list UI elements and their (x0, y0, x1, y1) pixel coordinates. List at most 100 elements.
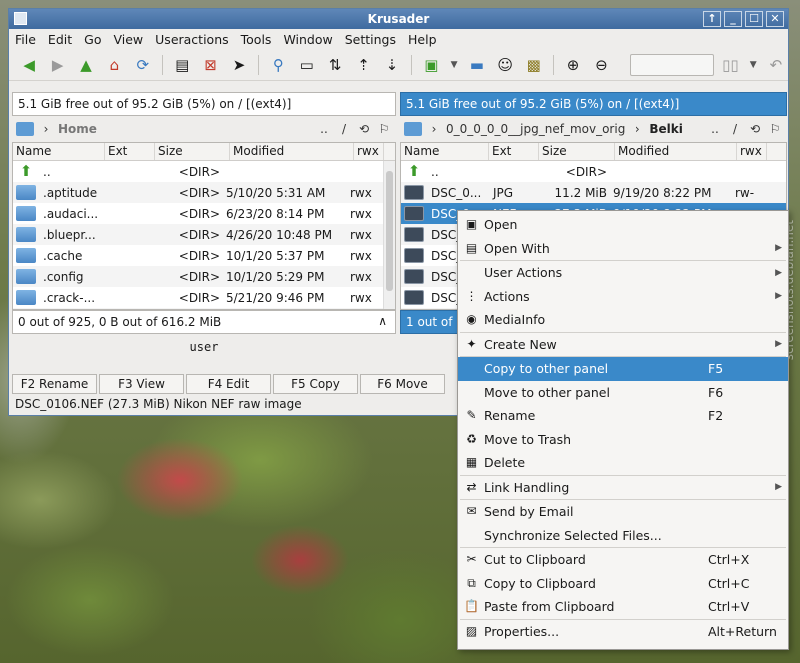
f2-rename-button[interactable]: F2 Rename (12, 374, 97, 394)
zoom-out-icon[interactable]: ⊖ (589, 53, 613, 77)
f5-copy-button[interactable]: F5 Copy (273, 374, 358, 394)
chevron-up-icon[interactable]: ∧ (378, 314, 387, 328)
menu-item-properties[interactable]: ▨ Properties... Alt+Return (458, 620, 788, 644)
menu-item-copy-to-other-panel[interactable]: Copy to other panel F5 (458, 357, 788, 381)
root-dir-button[interactable]: / (727, 122, 743, 136)
refresh-icon[interactable]: ⟳ (131, 53, 155, 77)
history-icon[interactable]: ⟲ (747, 122, 763, 136)
col-rwx[interactable]: rwx (354, 143, 384, 160)
left-file-list[interactable]: Name Ext Size Modified rwx ⬆.. <DIR> .apti… (12, 142, 396, 310)
left-path-label[interactable]: Home (58, 122, 97, 136)
search-icon[interactable]: ⚲ (266, 53, 290, 77)
f4-edit-button[interactable]: F4 Edit (186, 374, 271, 394)
network-icon[interactable]: ▬ (465, 53, 489, 77)
move-icon[interactable]: ⇣ (380, 53, 404, 77)
menu-item-actions[interactable]: ⋮ Actions ▶ (458, 285, 788, 309)
menu-item-synchronize-selected-files[interactable]: Synchronize Selected Files... (458, 524, 788, 548)
undo-icon[interactable]: ↶ (764, 53, 788, 77)
menu-help[interactable]: Help (408, 32, 437, 47)
table-row[interactable]: .config <DIR> 10/1/20 5:29 PM rwx (13, 266, 395, 287)
sync-icon[interactable]: ⇅ (323, 53, 347, 77)
menu-tools[interactable]: Tools (241, 32, 272, 47)
col-size[interactable]: Size (539, 143, 615, 160)
forward-icon[interactable]: ▶ (45, 53, 69, 77)
col-modified[interactable]: Modified (615, 143, 737, 160)
col-rwx[interactable]: rwx (737, 143, 767, 160)
left-free-space[interactable]: 5.1 GiB free out of 95.2 GiB (5%) on / [… (12, 92, 396, 116)
col-ext[interactable]: Ext (489, 143, 539, 160)
bookmark-icon[interactable]: ⚐ (376, 122, 392, 136)
menu-item-rename[interactable]: ✎ Rename F2 (458, 404, 788, 428)
menu-item-delete[interactable]: ▦ Delete (458, 451, 788, 475)
menu-item-send-by-email[interactable]: ✉ Send by Email (458, 500, 788, 524)
parent-dir-row[interactable]: ⬆.. <DIR> (401, 161, 786, 182)
f6-move-button[interactable]: F6 Move (360, 374, 445, 394)
keep-above-button[interactable]: ↑ (703, 11, 721, 27)
dropdown-arrow-icon[interactable]: ▼ (448, 53, 461, 77)
table-row[interactable]: .audaci... <DIR> 6/23/20 8:14 PM rwx (13, 203, 395, 224)
archive-icon[interactable]: ▩ (521, 53, 545, 77)
back-icon[interactable]: ◀ (17, 53, 41, 77)
menu-item-open[interactable]: ▣ Open (458, 213, 788, 237)
minimize-button[interactable]: _ (724, 11, 742, 27)
menu-item-move-to-other-panel[interactable]: Move to other panel F6 (458, 381, 788, 405)
table-row[interactable]: .aptitude <DIR> 5/10/20 5:31 AM rwx (13, 182, 395, 203)
copy-icon[interactable]: ⇡ (351, 53, 375, 77)
user-icon[interactable]: ☺ (493, 53, 517, 77)
bookmark-icon[interactable]: ⚐ (767, 122, 783, 136)
menu-edit[interactable]: Edit (48, 32, 72, 47)
select-icon[interactable]: ➤ (227, 53, 251, 77)
menu-item-cut-to-clipboard[interactable]: ✂ Cut to Clipboard Ctrl+X (458, 548, 788, 572)
title-bar[interactable]: Krusader ↑ _ ☐ ✕ (9, 9, 788, 29)
f3-view-button[interactable]: F3 View (99, 374, 184, 394)
menu-item-create-new[interactable]: ✦ Create New ▶ (458, 333, 788, 357)
menu-item-user-actions[interactable]: User Actions ▶ (458, 261, 788, 285)
menu-item-move-to-trash[interactable]: ♻ Move to Trash (458, 428, 788, 452)
menu-item-mediainfo[interactable]: ◉ MediaInfo (458, 308, 788, 332)
history-icon[interactable]: ⟲ (356, 122, 372, 136)
folder-icon[interactable] (16, 122, 34, 136)
menu-go[interactable]: Go (84, 32, 101, 47)
right-path-label[interactable]: Belki (649, 122, 683, 136)
menu-view[interactable]: View (113, 32, 143, 47)
right-free-space[interactable]: 5.1 GiB free out of 95.2 GiB (5%) on / [… (400, 92, 787, 116)
new-file-icon[interactable]: ▭ (295, 53, 319, 77)
col-name[interactable]: Name (13, 143, 105, 160)
menu-settings[interactable]: Settings (345, 32, 396, 47)
col-ext[interactable]: Ext (105, 143, 155, 160)
close-button[interactable]: ✕ (766, 11, 784, 27)
left-scrollbar[interactable] (383, 161, 395, 309)
view-icon[interactable]: ▤ (170, 53, 194, 77)
menu-item-copy-to-clipboard[interactable]: ⧉ Copy to Clipboard Ctrl+C (458, 572, 788, 596)
parent-dir-button[interactable]: .. (707, 122, 723, 136)
menu-item-open-with[interactable]: ▤ Open With ▶ (458, 237, 788, 261)
layout-dropdown-icon[interactable]: ▼ (747, 53, 760, 77)
table-row[interactable]: .cache <DIR> 10/1/20 5:37 PM rwx (13, 245, 395, 266)
col-modified[interactable]: Modified (230, 143, 354, 160)
menu-window[interactable]: Window (283, 32, 332, 47)
zoom-in-icon[interactable]: ⊕ (561, 53, 585, 77)
home-icon[interactable]: ⌂ (102, 53, 126, 77)
panel-layout-icon[interactable]: ▯▯ (718, 53, 742, 77)
cell-ext: JPG (493, 185, 514, 200)
terminal-icon[interactable]: ▣ (419, 53, 443, 77)
col-name[interactable]: Name (401, 143, 489, 160)
parent-dir-button[interactable]: .. (316, 122, 332, 136)
col-size[interactable]: Size (155, 143, 230, 160)
right-path[interactable]: 0_0_0_0_0__jpg_nef_mov_orig (446, 122, 625, 136)
menu-item-paste-from-clipboard[interactable]: 📋 Paste from Clipboard Ctrl+V (458, 595, 788, 619)
menu-file[interactable]: File (15, 32, 36, 47)
table-row[interactable]: .crack-... <DIR> 5/21/20 9:46 PM rwx (13, 287, 395, 308)
compare-icon[interactable]: ⊠ (198, 53, 222, 77)
menu-item-link-handling[interactable]: ⇄ Link Handling ▶ (458, 476, 788, 500)
command-line-user[interactable]: user (12, 334, 396, 360)
parent-dir-row[interactable]: ⬆.. <DIR> (13, 161, 395, 182)
root-dir-button[interactable]: / (336, 122, 352, 136)
toolbar-field[interactable] (629, 53, 715, 76)
maximize-button[interactable]: ☐ (745, 11, 763, 27)
table-row[interactable]: DSC_0... JPG 11.2 MiB 9/19/20 8:22 PM rw- (401, 182, 786, 203)
folder-icon[interactable] (404, 122, 422, 136)
up-icon[interactable]: ▲ (74, 53, 98, 77)
table-row[interactable]: .bluepr... <DIR> 4/26/20 10:48 PM rwx (13, 224, 395, 245)
menu-useractions[interactable]: Useractions (155, 32, 228, 47)
